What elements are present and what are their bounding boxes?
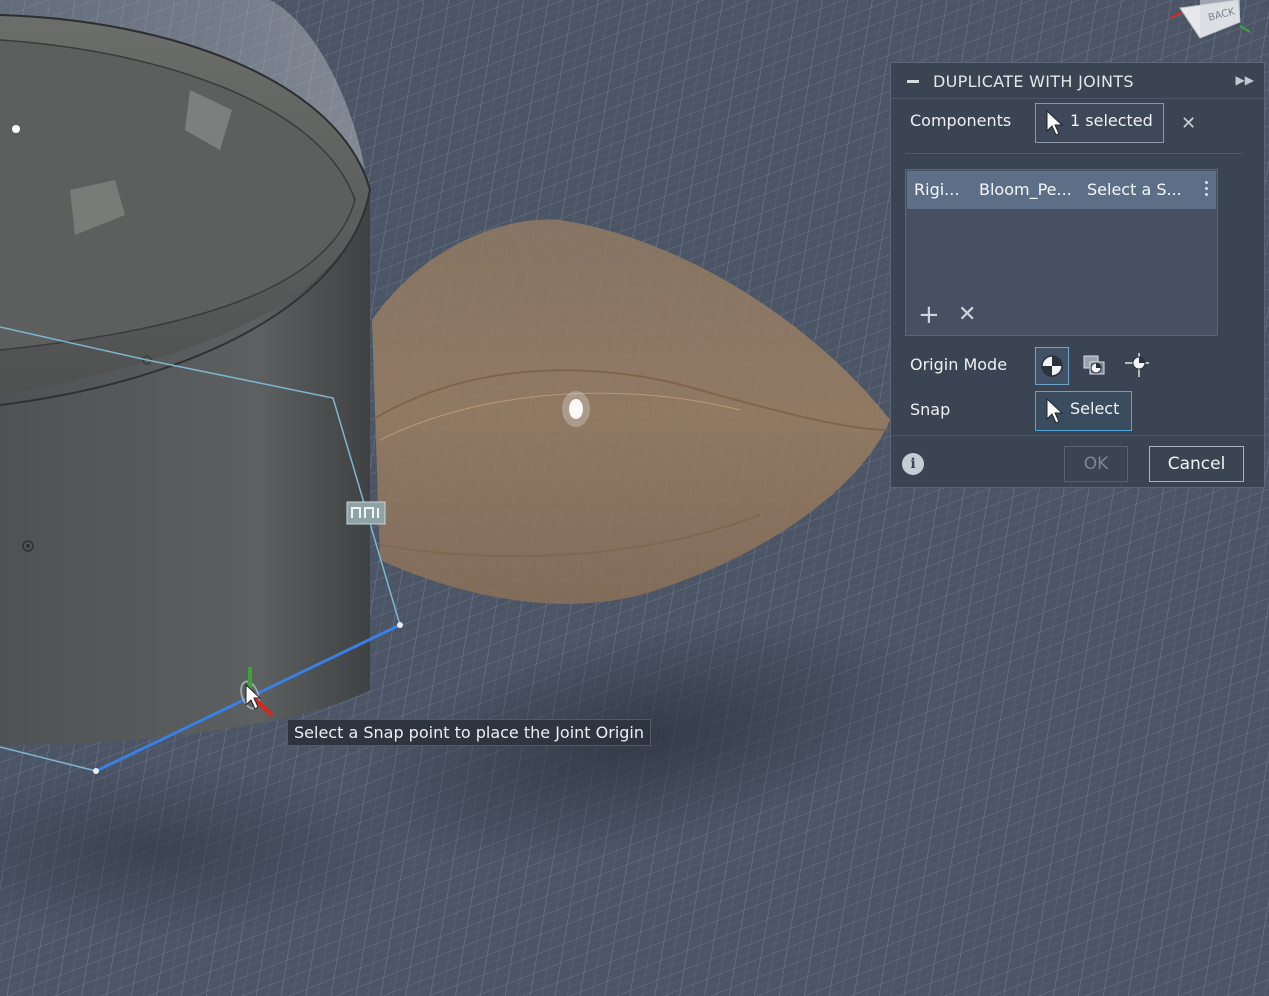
cursor-arrow-icon bbox=[1046, 398, 1064, 424]
joint-glyph-icon[interactable] bbox=[346, 501, 386, 525]
info-icon[interactable]: i bbox=[902, 453, 924, 475]
divider bbox=[905, 153, 1243, 154]
origin-mode-simple-icon[interactable] bbox=[1035, 347, 1069, 385]
add-row-icon[interactable]: + bbox=[918, 302, 940, 328]
components-select-button[interactable]: 1 selected bbox=[1035, 103, 1164, 143]
cursor-arrow-icon bbox=[1046, 110, 1064, 136]
origin-mode-two-edge-icon[interactable] bbox=[1121, 347, 1155, 385]
components-value: 1 selected bbox=[1070, 111, 1153, 130]
dialog-title: DUPLICATE WITH JOINTS bbox=[933, 72, 1134, 91]
dialog-footer: i OK Cancel bbox=[891, 435, 1264, 489]
joint-type: Rigi... bbox=[914, 180, 960, 199]
clear-selection-icon[interactable]: ✕ bbox=[1181, 113, 1196, 134]
collapse-icon[interactable] bbox=[907, 80, 919, 83]
joint-component: Bloom_Pe... bbox=[979, 180, 1072, 199]
cancel-button[interactable]: Cancel bbox=[1149, 446, 1244, 482]
joint-list: Rigi... Bloom_Pe... Select a S... + ✕ bbox=[905, 169, 1218, 336]
snap-label: Snap bbox=[910, 400, 951, 419]
expand-panel-icon[interactable]: ▶▶ bbox=[1236, 73, 1254, 87]
remove-row-icon[interactable]: ✕ bbox=[958, 304, 976, 326]
snap-value: Select bbox=[1070, 399, 1120, 418]
joint-list-row[interactable]: Rigi... Bloom_Pe... Select a S... bbox=[907, 171, 1216, 209]
dialog-header[interactable]: DUPLICATE WITH JOINTS ▶▶ bbox=[891, 63, 1264, 99]
duplicate-with-joints-dialog: DUPLICATE WITH JOINTS ▶▶ Components 1 se… bbox=[890, 62, 1265, 488]
snap-select-button[interactable]: Select bbox=[1035, 391, 1132, 431]
joint-snap: Select a S... bbox=[1087, 180, 1182, 199]
components-label: Components bbox=[910, 111, 1012, 130]
origin-mode-label: Origin Mode bbox=[910, 355, 1008, 374]
row-menu-icon[interactable] bbox=[1205, 181, 1209, 199]
ok-button[interactable]: OK bbox=[1064, 446, 1128, 482]
snap-tooltip: Select a Snap point to place the Joint O… bbox=[287, 719, 652, 746]
origin-mode-between-icon[interactable] bbox=[1078, 347, 1112, 385]
